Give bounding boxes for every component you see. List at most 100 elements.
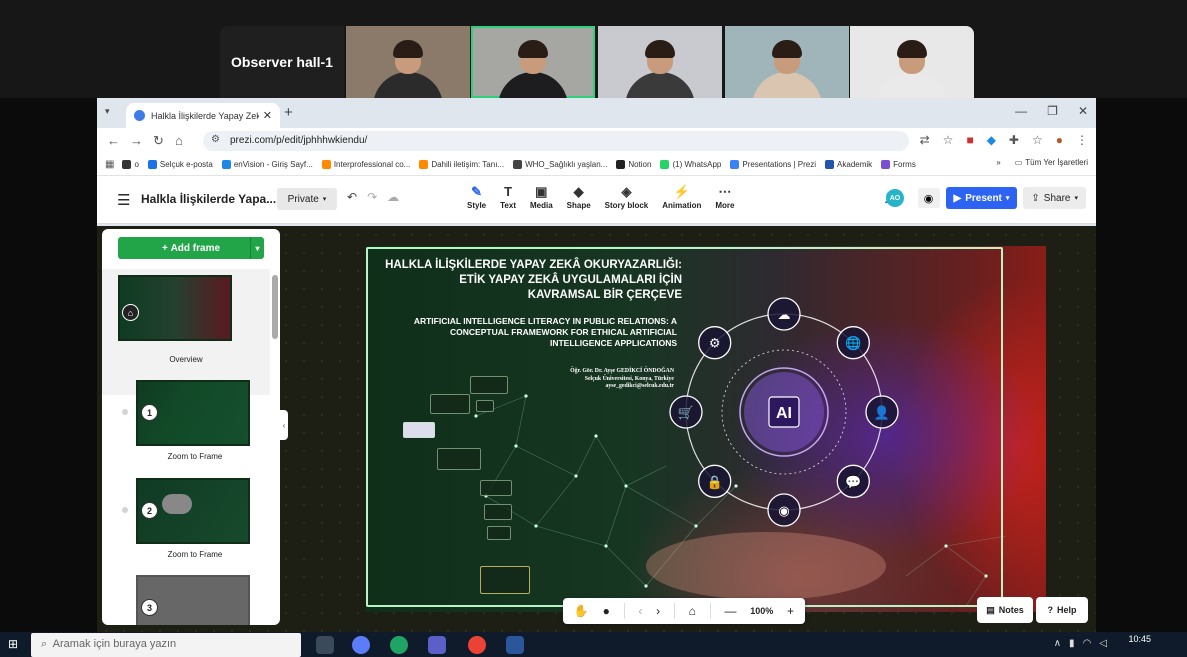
bookmarks-more-button[interactable]: »	[996, 158, 1000, 167]
plus-icon: +	[161, 242, 171, 254]
bookmark-label: Interprofessional co...	[333, 160, 411, 169]
zoom-out-icon[interactable]: —	[724, 604, 736, 618]
active-tab[interactable]: Halkla İlişkilerde Yapay Zekâ O… ✕	[126, 103, 280, 128]
participant-video-tile[interactable]	[850, 26, 974, 98]
reading-list-icon[interactable]: ☆	[1032, 133, 1043, 147]
translate-icon[interactable]: ⇄	[920, 133, 930, 147]
profile-avatar-icon[interactable]: ●	[1056, 133, 1063, 147]
chrome-icon[interactable]	[468, 636, 486, 654]
participant-video-tile[interactable]	[471, 26, 595, 98]
divider	[623, 603, 625, 619]
notes-button[interactable]: ▤ Notes	[977, 597, 1033, 623]
redo-icon[interactable]: ↷	[367, 190, 377, 204]
teams-icon[interactable]	[428, 636, 446, 654]
site-info-icon[interactable]: ⚙	[211, 134, 220, 145]
sidebar-scrollbar[interactable]	[272, 269, 278, 621]
tool-text[interactable]: T Text	[493, 183, 523, 210]
next-icon[interactable]: ›	[656, 604, 660, 618]
preview-eye-icon[interactable]: ◉	[917, 188, 940, 208]
home-view-icon[interactable]: ⌂	[689, 604, 696, 618]
visibility-dropdown[interactable]: Private ▾	[277, 188, 337, 210]
forward-icon[interactable]: →	[130, 133, 143, 148]
edge-icon[interactable]	[390, 636, 408, 654]
bookmark-item[interactable]: o	[122, 160, 139, 169]
screen: Observer hall-1 ▾ Halkla İlişkilerde Yap…	[0, 0, 1187, 657]
apps-grid-icon[interactable]: ▦	[105, 159, 114, 170]
volume-icon[interactable]: ◁	[1099, 638, 1107, 649]
clock[interactable]: 10:45	[1128, 634, 1151, 644]
participant-video-tile[interactable]	[598, 26, 722, 98]
present-chevron-icon[interactable]: ▾	[1006, 194, 1010, 202]
document-title[interactable]: Halkla İlişkilerde Yapa...	[141, 192, 276, 206]
mouse-icon[interactable]: ●	[603, 604, 610, 618]
bookmark-star-icon[interactable]: ☆	[943, 133, 954, 147]
copilot-icon[interactable]	[352, 636, 370, 654]
tool-label: More	[715, 201, 735, 210]
tool-media[interactable]: ▣ Media	[523, 183, 560, 210]
selected-frame-outline[interactable]	[366, 247, 1003, 607]
tray-chevron-icon[interactable]: ∧	[1054, 638, 1061, 649]
collapse-sidebar-icon[interactable]: ‹	[280, 410, 288, 440]
restore-icon[interactable]: ❐	[1047, 104, 1058, 118]
tool-story-block[interactable]: ◈ Story block	[598, 183, 656, 210]
hamburger-menu-icon[interactable]: ☰	[117, 191, 130, 209]
bookmarks-bar: ▦ o Selçuk e-posta enVision - Giriş Sayf..…	[97, 154, 1096, 176]
all-bookmarks-folder[interactable]: ▭ Tüm Yer İşaretleri	[1015, 158, 1088, 167]
pdf-extension-icon[interactable]: ■	[966, 133, 973, 147]
bookmark-item[interactable]: Notion	[616, 160, 651, 169]
participant-video-tile[interactable]	[725, 26, 849, 98]
network-icon[interactable]: ◠	[1083, 638, 1092, 649]
tool-shape[interactable]: ◆ Shape	[560, 183, 598, 210]
new-tab-icon[interactable]: +	[284, 104, 293, 121]
divider	[709, 603, 711, 619]
bookmark-item[interactable]: Interprofessional co...	[321, 160, 411, 169]
pan-hand-icon[interactable]: ✋	[574, 604, 589, 618]
close-tab-icon[interactable]: ✕	[263, 109, 272, 122]
clock-time: 10:45	[1128, 634, 1151, 644]
help-button[interactable]: ? Help	[1036, 597, 1088, 623]
add-frame-chevron-icon[interactable]: ▾	[250, 237, 264, 259]
url-field[interactable]: ⚙ prezi.com/p/edit/jphhhwkiendu/	[203, 131, 909, 151]
tool-style[interactable]: ✎ Style	[460, 183, 493, 210]
bookmark-item[interactable]: Akademik	[825, 160, 872, 169]
tab-search-icon[interactable]: ▾	[105, 106, 110, 117]
close-window-icon[interactable]: ✕	[1078, 104, 1088, 118]
bookmark-label: (1) WhatsApp	[672, 160, 722, 169]
collaborator-avatar[interactable]: AO	[885, 189, 904, 207]
windows-start-icon[interactable]: ⊞	[8, 637, 18, 651]
bookmark-item[interactable]: (1) WhatsApp	[660, 160, 721, 169]
battery-icon[interactable]: ▮	[1069, 638, 1075, 649]
bookmark-item[interactable]: Selçuk e-posta	[147, 160, 213, 169]
word-icon[interactable]	[506, 636, 524, 654]
minimize-icon[interactable]: —	[1015, 104, 1027, 118]
notes-label: Notes	[998, 605, 1024, 615]
thumbnail-caption: Overview	[169, 355, 203, 364]
bookmark-item[interactable]: WHO_Sağlıklı yaşlan...	[513, 160, 607, 169]
scrollbar-thumb[interactable]	[272, 275, 278, 339]
tool-animation[interactable]: ⚡ Animation	[655, 183, 708, 210]
share-button[interactable]: ⇪ Share ▾	[1023, 187, 1086, 209]
back-icon[interactable]: ←	[107, 133, 120, 148]
task-view-icon[interactable]	[316, 636, 334, 654]
bookmark-item[interactable]: Forms	[881, 160, 916, 169]
present-button[interactable]: ▶ Present ▾	[945, 187, 1018, 209]
taskbar-search[interactable]: ⌕ Aramak için buraya yazın	[31, 633, 301, 657]
tool-more[interactable]: ⋯ More	[708, 183, 741, 210]
extensions-puzzle-icon[interactable]: ✚	[1009, 133, 1019, 147]
collaborators[interactable]: 👤 AO	[884, 188, 912, 208]
browser-menu-icon[interactable]: ⋮	[1076, 133, 1088, 147]
bookmark-item[interactable]: Dahili iletişim: Tanı...	[419, 160, 504, 169]
zoom-level[interactable]: 100%	[750, 606, 773, 616]
participant-video-tile[interactable]	[346, 26, 470, 98]
editor-canvas[interactable]: AI ☁ 🌐 👤 💬 ◉ 🔒 🛒 ⚙ HALKLA İLİŞKİLERDE YAPAY ZEK…	[97, 226, 1096, 632]
add-frame-button[interactable]: + Add frame ▾	[118, 237, 264, 259]
extension-icon[interactable]: ◆	[987, 133, 996, 147]
previous-icon[interactable]: ‹	[638, 604, 642, 618]
undo-icon[interactable]: ↶	[347, 190, 357, 204]
bookmark-item[interactable]: Presentations | Prezi	[730, 160, 816, 169]
reload-icon[interactable]: ↻	[153, 133, 164, 149]
bookmark-item[interactable]: enVision - Giriş Sayf...	[221, 160, 313, 169]
zoom-in-icon[interactable]: +	[787, 604, 794, 618]
thumbnail-overview[interactable]: ⌂ Overview	[102, 269, 270, 395]
home-icon[interactable]: ⌂	[175, 133, 183, 148]
